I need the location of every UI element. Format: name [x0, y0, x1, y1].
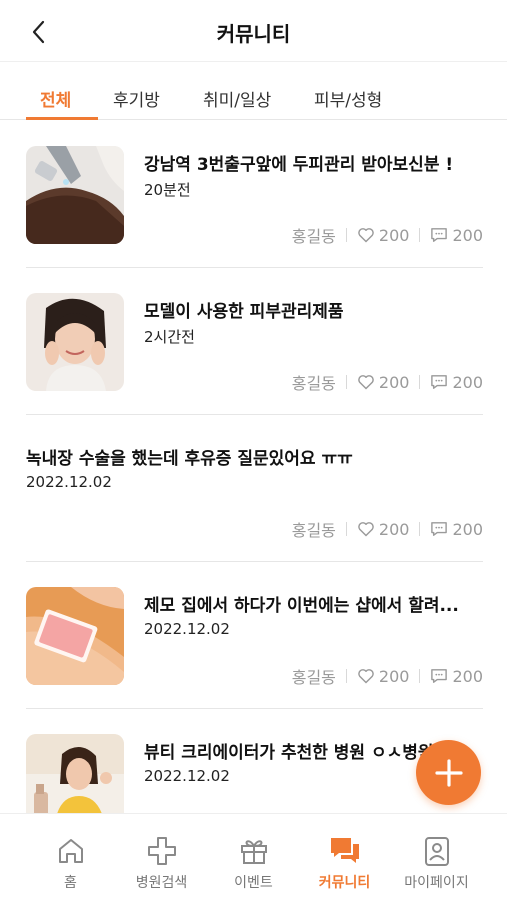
- post-title: 녹내장 수술을 했는데 후유증 질문있어요 ㅠㅠ: [26, 449, 353, 469]
- post-item[interactable]: 녹내장 수술을 했는데 후유증 질문있어요 ㅠㅠ 2022.12.02 홍길동 …: [26, 415, 483, 562]
- post-author: 홍길동: [291, 227, 336, 246]
- meta-divider: [345, 522, 347, 536]
- post-author: 홍길동: [291, 521, 336, 540]
- meta-divider: [419, 669, 421, 683]
- nav-label: 홈: [64, 875, 77, 891]
- post-item[interactable]: 강남역 3번출구앞에 두피관리 받아보신분 ! 20분전 홍길동 200 200: [26, 121, 483, 268]
- tab-hobby-daily[interactable]: 취미/일상: [203, 86, 271, 111]
- nav-label: 커뮤니티: [318, 875, 371, 891]
- post-title: 강남역 3번출구앞에 두피관리 받아보신분 !: [144, 155, 454, 175]
- post-title: 제모 집에서 하다가 이번에는 샵에서 할려...: [144, 596, 459, 616]
- nav-label: 이벤트: [234, 875, 273, 891]
- category-tabs: 전체 후기방 취미/일상 피부/성형: [0, 62, 507, 120]
- nav-hospital-search[interactable]: 병원검색: [111, 814, 212, 900]
- like-count[interactable]: 200: [357, 373, 409, 392]
- post-item[interactable]: 모델이 사용한 피부관리제품 2시간전 홍길동 200 200: [26, 268, 483, 415]
- post-time: 2022.12.02: [26, 473, 112, 491]
- post-item[interactable]: 뷰티 크리에이터가 추천한 병원 ㅇㅅ병원 2022.12.02: [26, 709, 483, 813]
- gift-icon: [240, 840, 267, 864]
- nav-home[interactable]: 홈: [20, 814, 121, 900]
- like-count[interactable]: 200: [357, 667, 409, 686]
- write-post-button[interactable]: [416, 740, 481, 805]
- like-count[interactable]: 200: [357, 520, 409, 539]
- bottom-navigation: 홈 병원검색 이벤트 커뮤니티 마이페이지: [0, 813, 507, 900]
- meta-divider: [345, 669, 347, 683]
- post-time: 2022.12.02: [144, 767, 230, 785]
- nav-label: 병원검색: [135, 875, 188, 891]
- meta-divider: [345, 228, 347, 242]
- post-time: 2022.12.02: [144, 620, 230, 638]
- plus-icon: [434, 758, 463, 787]
- post-author: 홍길동: [291, 374, 336, 393]
- post-thumbnail: [26, 587, 124, 685]
- chat-bubbles-icon: [330, 838, 359, 863]
- heart-icon: [358, 522, 374, 537]
- post-time: 20분전: [144, 181, 191, 199]
- meta-divider: [419, 228, 421, 242]
- post-time: 2시간전: [144, 328, 195, 346]
- comment-count[interactable]: 200: [430, 373, 483, 392]
- post-meta: 홍길동 200 200: [291, 372, 483, 394]
- home-icon: [58, 839, 83, 863]
- heart-icon: [358, 375, 374, 390]
- post-thumbnail: [26, 293, 124, 391]
- meta-divider: [345, 375, 347, 389]
- meta-divider: [419, 375, 421, 389]
- comment-icon: [431, 522, 448, 536]
- app-header: 커뮤니티: [0, 0, 507, 62]
- page-title: 커뮤니티: [216, 22, 291, 46]
- heart-icon: [358, 669, 374, 684]
- post-meta: 홍길동 200 200: [291, 666, 483, 688]
- comment-icon: [431, 228, 448, 242]
- comment-icon: [431, 375, 448, 389]
- meta-divider: [419, 522, 421, 536]
- post-thumbnail: [26, 734, 124, 813]
- tab-reviews[interactable]: 후기방: [113, 86, 160, 111]
- comment-count[interactable]: 200: [430, 226, 483, 245]
- nav-label: 마이페이지: [404, 875, 469, 891]
- medical-cross-icon: [147, 837, 176, 865]
- comment-count[interactable]: 200: [430, 520, 483, 539]
- post-list: 강남역 3번출구앞에 두피관리 받아보신분 ! 20분전 홍길동 200 200: [0, 121, 507, 813]
- post-thumbnail: [26, 146, 124, 244]
- tab-skin-surgery[interactable]: 피부/성형: [314, 86, 382, 111]
- heart-icon: [358, 228, 374, 243]
- nav-events[interactable]: 이벤트: [203, 814, 304, 900]
- tab-all[interactable]: 전체: [40, 86, 71, 111]
- post-item[interactable]: 제모 집에서 하다가 이번에는 샵에서 할려... 2022.12.02 홍길동…: [26, 562, 483, 709]
- comment-icon: [431, 669, 448, 683]
- post-meta: 홍길동 200 200: [291, 519, 483, 541]
- nav-community[interactable]: 커뮤니티: [294, 814, 395, 900]
- active-tab-indicator: [26, 117, 98, 120]
- post-author: 홍길동: [291, 668, 336, 687]
- post-meta: 홍길동 200 200: [291, 225, 483, 247]
- comment-count[interactable]: 200: [430, 667, 483, 686]
- post-title: 모델이 사용한 피부관리제품: [144, 302, 344, 322]
- profile-card-icon: [424, 837, 449, 866]
- like-count[interactable]: 200: [357, 226, 409, 245]
- nav-mypage[interactable]: 마이페이지: [386, 814, 487, 900]
